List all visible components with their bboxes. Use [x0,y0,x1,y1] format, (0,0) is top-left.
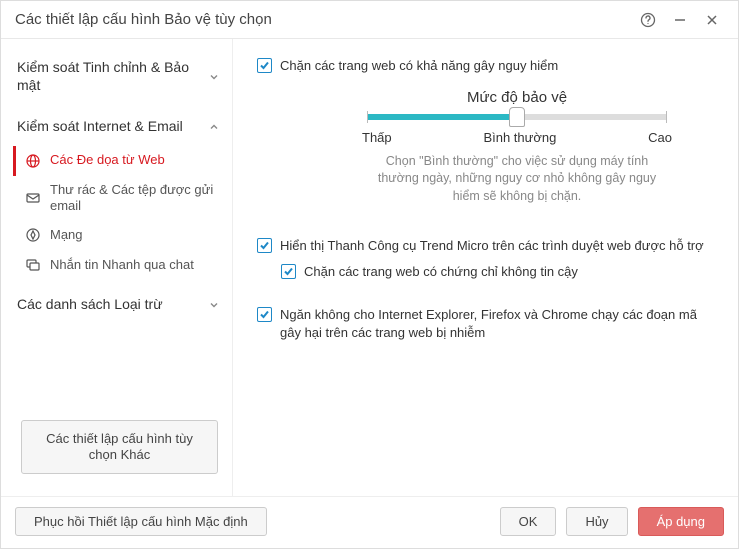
globe-icon [24,152,42,170]
help-button[interactable] [636,8,660,32]
minimize-button[interactable] [668,8,692,32]
help-icon [640,12,656,28]
ok-button[interactable]: OK [500,507,557,536]
checkbox-block-malicious-script[interactable]: Ngăn không cho Internet Explorer, Firefo… [257,306,714,341]
slider-label-low: Thấp [362,130,392,145]
footer: Phục hồi Thiết lập cấu hình Mặc định OK … [1,496,738,548]
sidebar: Kiểm soát Tinh chỉnh & Bảo mật Kiểm soát… [1,39,233,496]
other-settings-button[interactable]: Các thiết lập cấu hình tùy chọn Khác [21,420,218,475]
sidebar-item-label: Thư rác & Các tệp được gửi email [50,182,222,215]
mail-icon [24,189,42,207]
sidebar-item-chat[interactable]: Nhắn tin Nhanh qua chat [13,250,226,280]
window-title: Các thiết lập cấu hình Bảo vệ tùy chọn [15,11,628,28]
sidebar-category-exclusions[interactable]: Các danh sách Loại trừ [13,290,226,320]
chevron-down-icon [206,69,222,85]
slider-thumb[interactable] [509,107,525,127]
content-pane: Chặn các trang web có khả năng gây nguy … [233,39,738,496]
slider-label-high: Cao [648,130,672,145]
sidebar-category-security[interactable]: Kiểm soát Tinh chỉnh & Bảo mật [13,53,226,100]
chat-icon [24,256,42,274]
compass-icon [24,226,42,244]
close-icon [706,14,718,26]
slider-title: Mức độ bảo vệ [357,89,677,106]
chevron-up-icon [206,119,222,135]
checkbox-checked-icon [257,238,272,253]
checkbox-show-toolbar[interactable]: Hiển thị Thanh Công cụ Trend Micro trên … [257,237,714,255]
sidebar-item-label: Mạng [50,227,83,243]
apply-button[interactable]: Áp dụng [638,507,724,536]
sidebar-item-label: Các Đe dọa từ Web [50,152,165,168]
checkbox-checked-icon [281,264,296,279]
checkbox-block-dangerous[interactable]: Chặn các trang web có khả năng gây nguy … [257,57,714,75]
checkbox-checked-icon [257,307,272,322]
protection-level-slider[interactable] [367,114,667,120]
slider-description: Chọn "Bình thường" cho việc sử dụng máy … [367,153,667,206]
sidebar-item-label: Nhắn tin Nhanh qua chat [50,257,194,273]
checkbox-checked-icon [257,58,272,73]
slider-label-mid: Bình thường [483,130,556,145]
cancel-button[interactable]: Hủy [566,507,627,536]
checkbox-block-untrusted-cert[interactable]: Chặn các trang web có chứng chỉ không ti… [281,263,714,281]
close-button[interactable] [700,8,724,32]
protection-level-slider-block: Mức độ bảo vệ Thấp Bình thường Cao Chọn … [357,89,677,206]
restore-defaults-button[interactable]: Phục hồi Thiết lập cấu hình Mặc định [15,507,267,536]
sidebar-item-network[interactable]: Mạng [13,220,226,250]
title-bar: Các thiết lập cấu hình Bảo vệ tùy chọn [1,1,738,39]
chevron-down-icon [206,297,222,313]
minimize-icon [674,14,686,26]
sidebar-item-spam-email[interactable]: Thư rác & Các tệp được gửi email [13,176,226,221]
sidebar-item-web-threats[interactable]: Các Đe dọa từ Web [13,146,226,176]
sidebar-category-internet[interactable]: Kiểm soát Internet & Email [13,112,226,142]
